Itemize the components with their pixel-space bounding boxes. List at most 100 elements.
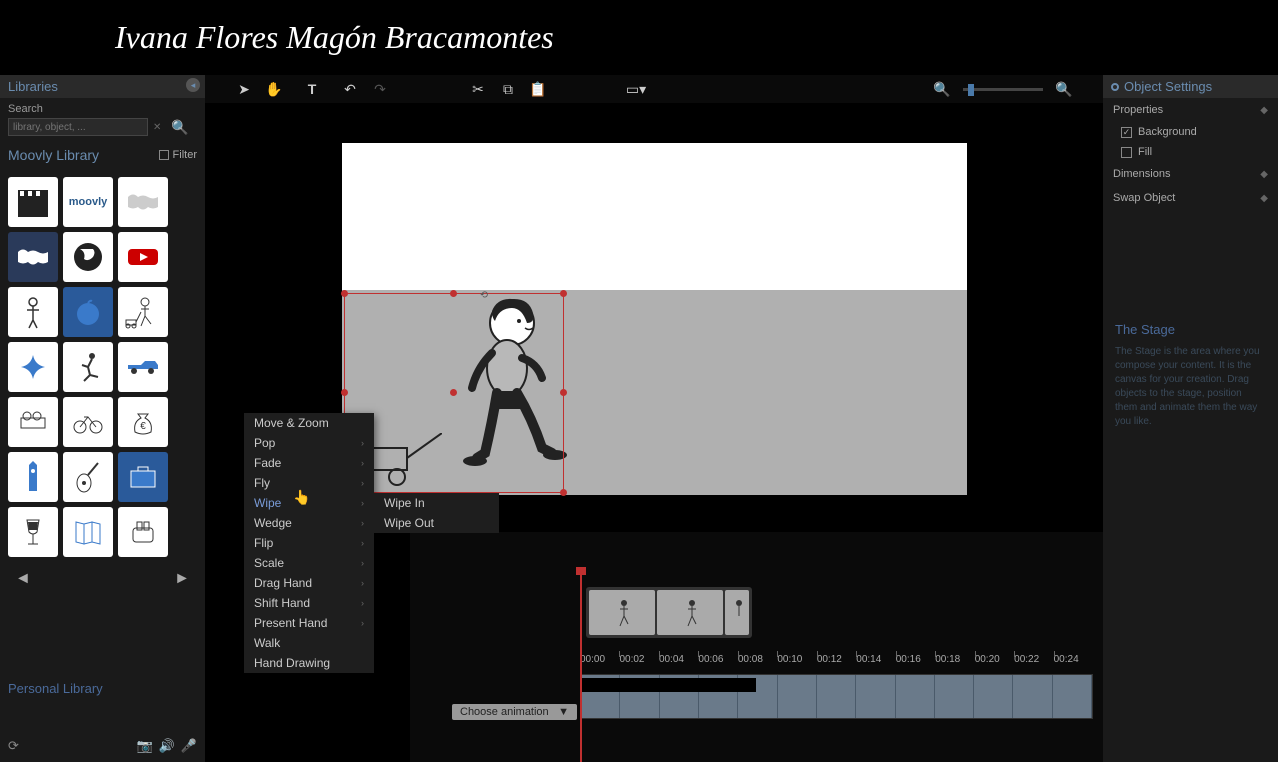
filter-label: Filter	[173, 149, 197, 161]
paste-icon[interactable]: 📋	[529, 80, 547, 98]
stage-canvas[interactable]: ⟲	[342, 143, 967, 495]
filter-group[interactable]: Filter	[159, 149, 197, 161]
background-row[interactable]: ✓ Background	[1103, 122, 1278, 142]
redo-icon[interactable]: ↷	[371, 80, 389, 98]
timeline-track[interactable]	[580, 674, 1093, 719]
resize-handle-br[interactable]	[560, 489, 567, 496]
clip-thumb-2[interactable]	[657, 590, 723, 635]
object-settings-label: Object Settings	[1124, 79, 1212, 94]
resize-handle-tr[interactable]	[560, 290, 567, 297]
collapse-libraries-button[interactable]: ◂	[186, 78, 200, 92]
lib-bicycle[interactable]	[63, 397, 113, 447]
timeline-clip[interactable]	[581, 678, 756, 692]
lib-wineglass[interactable]	[8, 507, 58, 557]
library-title-row: Moovly Library Filter	[0, 141, 205, 169]
lib-pickup[interactable]	[118, 342, 168, 392]
copy-icon[interactable]: ⧉	[499, 80, 517, 98]
lib-projector[interactable]	[8, 397, 58, 447]
clear-search-icon[interactable]: ✕	[153, 122, 161, 133]
sound-icon[interactable]: 🔊	[159, 738, 175, 754]
menu-fade[interactable]: Fade›	[244, 453, 374, 473]
fill-row[interactable]: Fill	[1103, 142, 1278, 162]
clip-thumb-1[interactable]	[589, 590, 655, 635]
lib-worldmap-light[interactable]	[118, 177, 168, 227]
fill-checkbox[interactable]	[1121, 147, 1132, 158]
lib-guitar[interactable]	[63, 452, 113, 502]
background-checkbox[interactable]: ✓	[1121, 127, 1132, 138]
refresh-icon[interactable]: ⟳	[8, 738, 19, 754]
menu-flip[interactable]: Flip›	[244, 533, 374, 553]
search-section: Search ✕ 🔍	[0, 98, 205, 141]
menu-walk[interactable]: Walk	[244, 633, 374, 653]
fill-label: Fill	[1138, 146, 1152, 158]
lib-clapper[interactable]	[8, 177, 58, 227]
lib-youtube[interactable]	[118, 232, 168, 282]
lib-globe[interactable]	[63, 232, 113, 282]
prev-page-icon[interactable]: ◄	[15, 570, 31, 588]
zoom-in-icon[interactable]: 🔍	[1055, 80, 1073, 98]
lib-apple[interactable]	[63, 287, 113, 337]
properties-section[interactable]: Properties ◆	[1103, 98, 1278, 122]
lib-worldmap-dark[interactable]	[8, 232, 58, 282]
menu-present-hand[interactable]: Present Hand›	[244, 613, 374, 633]
text-tool-icon[interactable]: T	[303, 80, 321, 98]
main-area: Libraries ◂ Search ✕ 🔍 Moovly Library Fi…	[0, 75, 1278, 762]
playhead[interactable]	[580, 567, 582, 762]
search-input[interactable]	[8, 118, 148, 136]
filter-checkbox[interactable]	[159, 150, 169, 160]
lib-moovly[interactable]: moovly	[63, 177, 113, 227]
swap-object-label: Swap Object	[1113, 192, 1175, 204]
moovly-library-label[interactable]: Moovly Library	[8, 147, 99, 163]
menu-move-zoom[interactable]: Move & Zoom	[244, 413, 374, 433]
menu-hand-drawing[interactable]: Hand Drawing	[244, 653, 374, 673]
libraries-label: Libraries	[8, 79, 58, 94]
project-title: Ivana Flores Magón Bracamontes	[115, 19, 554, 56]
clip-thumbnails[interactable]	[586, 587, 752, 638]
swap-object-section[interactable]: Swap Object ◆	[1103, 186, 1278, 210]
cut-icon[interactable]: ✂	[469, 80, 487, 98]
lib-runner[interactable]	[63, 342, 113, 392]
search-icon[interactable]: 🔍	[171, 119, 188, 136]
menu-drag-hand[interactable]: Drag Hand›	[244, 573, 374, 593]
choose-animation-dropdown[interactable]: Choose animation ▼	[452, 704, 577, 720]
menu-scale[interactable]: Scale›	[244, 553, 374, 573]
lib-brochure[interactable]	[63, 507, 113, 557]
submenu-wipe-out[interactable]: Wipe Out	[374, 513, 499, 533]
resize-handle-tm[interactable]	[450, 290, 457, 297]
selection-box[interactable]: ⟲	[344, 293, 564, 493]
lib-toaster[interactable]	[118, 507, 168, 557]
pointer-tool-icon[interactable]: ➤	[235, 80, 253, 98]
lib-briefcase[interactable]	[118, 452, 168, 502]
arrange-icon[interactable]: ▭▾	[627, 80, 645, 98]
menu-shift-hand[interactable]: Shift Hand›	[244, 593, 374, 613]
resize-handle-mr[interactable]	[560, 389, 567, 396]
lib-man-standing[interactable]	[8, 287, 58, 337]
zoom-slider[interactable]	[963, 88, 1043, 91]
help-title: The Stage	[1115, 322, 1266, 337]
submenu-wipe-in[interactable]: Wipe In	[374, 493, 499, 513]
menu-wedge[interactable]: Wedge›	[244, 513, 374, 533]
lib-star-blue[interactable]	[8, 342, 58, 392]
mic-icon[interactable]: 🎤	[181, 738, 197, 754]
dimensions-section[interactable]: Dimensions ◆	[1103, 162, 1278, 186]
lib-moneybag[interactable]: €	[118, 397, 168, 447]
resize-handle-ml[interactable]	[341, 389, 348, 396]
undo-icon[interactable]: ↶	[341, 80, 359, 98]
rotate-handle-icon[interactable]: ⟲	[480, 290, 488, 301]
timeline-ruler[interactable]: 00:00 00:02 00:04 00:06 00:08 00:10 00:1…	[580, 654, 1093, 674]
personal-library-label[interactable]: Personal Library	[0, 673, 205, 704]
resize-handle-tl[interactable]	[341, 290, 348, 297]
lib-bigben[interactable]	[8, 452, 58, 502]
dimensions-label: Dimensions	[1113, 168, 1170, 180]
hand-tool-icon[interactable]: ✋	[265, 80, 283, 98]
clip-thumb-3[interactable]	[725, 590, 749, 635]
lib-boy-wagon[interactable]	[118, 287, 168, 337]
expand-icon[interactable]: ◆	[1260, 193, 1268, 204]
next-page-icon[interactable]: ►	[174, 570, 190, 588]
camera-icon[interactable]: 📷	[136, 738, 152, 754]
zoom-out-icon[interactable]: 🔍	[933, 80, 951, 98]
resize-handle-mm[interactable]	[450, 389, 457, 396]
expand-icon[interactable]: ◆	[1260, 169, 1268, 180]
menu-pop[interactable]: Pop›	[244, 433, 374, 453]
expand-icon[interactable]: ◆	[1260, 105, 1268, 116]
